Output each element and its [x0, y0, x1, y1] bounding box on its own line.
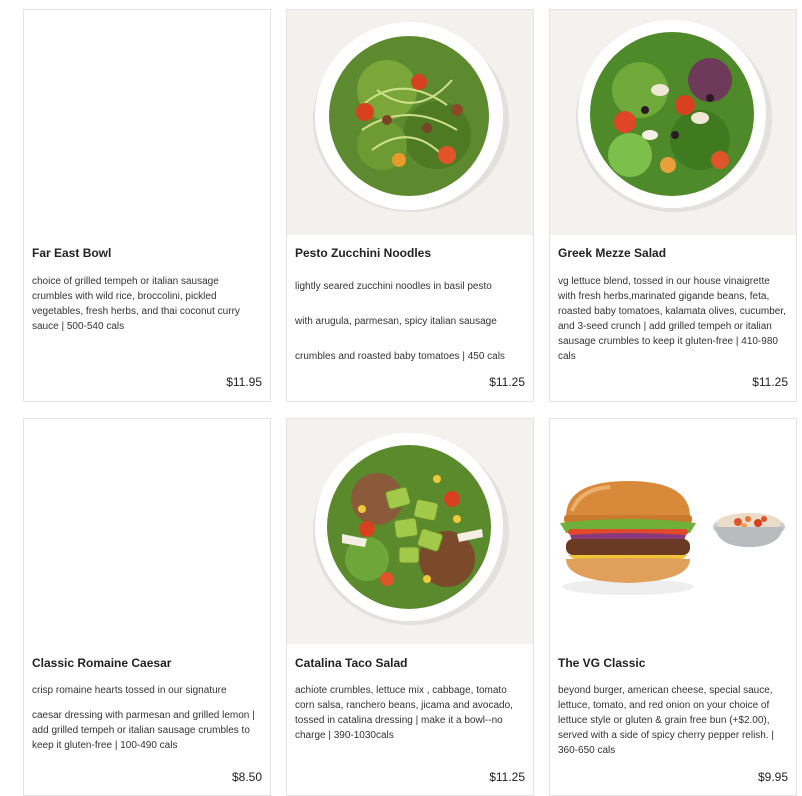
menu-item-price: $11.95	[226, 375, 262, 389]
menu-item-description: lightly seared zucchini noodles in basil…	[295, 274, 525, 379]
menu-item-image-placeholder	[24, 10, 270, 235]
description-line: crisp romaine hearts tossed in our signa…	[32, 685, 227, 696]
menu-item-price: $11.25	[489, 375, 525, 389]
description-text: beyond burger, american cheese, special …	[558, 685, 775, 756]
menu-item-title[interactable]: Catalina Taco Salad	[295, 656, 525, 670]
menu-item-title[interactable]: The VG Classic	[558, 656, 788, 670]
menu-card-the-vg-classic[interactable]: The VG Classic beyond burger, american c…	[549, 418, 797, 796]
description-text: choice of grilled tempeh or italian saus…	[32, 276, 240, 332]
description-line: lightly seared zucchini noodles in basil…	[295, 281, 492, 292]
burger-with-relish-photo[interactable]	[550, 419, 796, 644]
menu-item-image-placeholder	[24, 419, 270, 644]
zucchini-noodle-bowl-photo[interactable]	[287, 10, 533, 235]
menu-item-title[interactable]: Far East Bowl	[32, 246, 262, 260]
menu-item-title[interactable]: Greek Mezze Salad	[558, 246, 788, 260]
menu-item-title[interactable]: Classic Romaine Caesar	[32, 656, 262, 670]
menu-item-price: $8.50	[231, 770, 262, 784]
menu-item-price: $11.25	[489, 770, 525, 784]
menu-item-price: $9.95	[757, 770, 788, 784]
menu-card-pesto-zucchini-noodles[interactable]: Pesto Zucchini Noodles lightly seared zu…	[286, 9, 534, 402]
description-line: with arugula, parmesan, spicy italian sa…	[295, 316, 497, 327]
menu-item-description: beyond burger, american cheese, special …	[558, 683, 788, 768]
greek-salad-bowl-photo[interactable]	[550, 10, 796, 235]
description-text: achiote crumbles, lettuce mix , cabbage,…	[295, 685, 513, 741]
description-text: vg lettuce blend, tossed in our house vi…	[558, 276, 786, 362]
description-line: crumbles and roasted baby tomatoes | 450…	[295, 351, 505, 362]
menu-item-description: achiote crumbles, lettuce mix , cabbage,…	[295, 683, 525, 753]
menu-item-description: vg lettuce blend, tossed in our house vi…	[558, 274, 788, 374]
menu-item-description: choice of grilled tempeh or italian saus…	[32, 274, 262, 344]
menu-item-description: crisp romaine hearts tossed in our signa…	[32, 683, 262, 763]
taco-salad-bowl-photo[interactable]	[287, 419, 533, 644]
description-line: caesar dressing with parmesan and grille…	[32, 710, 255, 751]
menu-card-catalina-taco-salad[interactable]: Catalina Taco Salad achiote crumbles, le…	[286, 418, 534, 796]
menu-card-classic-romaine-caesar[interactable]: Classic Romaine Caesar crisp romaine hea…	[23, 418, 271, 796]
menu-card-far-east-bowl[interactable]: Far East Bowl choice of grilled tempeh o…	[23, 9, 271, 402]
menu-item-price: $11.25	[752, 375, 788, 389]
menu-card-greek-mezze-salad[interactable]: Greek Mezze Salad vg lettuce blend, toss…	[549, 9, 797, 402]
menu-item-title[interactable]: Pesto Zucchini Noodles	[295, 246, 525, 260]
